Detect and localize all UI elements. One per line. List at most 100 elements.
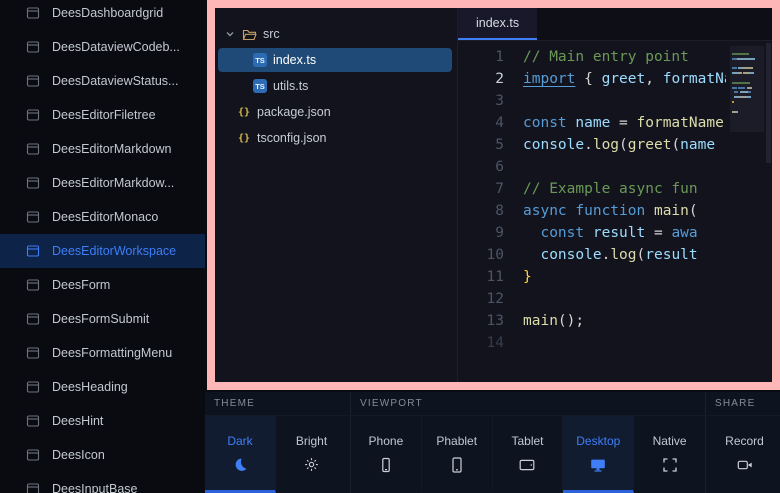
sidebar-item-deeshint[interactable]: DeesHint [0, 404, 205, 438]
theme-bright-button[interactable]: Bright [276, 416, 347, 493]
sidebar-item-deesform[interactable]: DeesForm [0, 268, 205, 302]
viewport-phone-button[interactable]: Phone [351, 416, 422, 493]
component-icon [26, 346, 40, 360]
sidebar-item-deeseditormarkdow[interactable]: DeesEditorMarkdow... [0, 166, 205, 200]
line-number: 6 [458, 156, 504, 178]
viewport-native-button[interactable]: Native [634, 416, 705, 493]
minimap-mark [732, 87, 737, 89]
code-text: const name = formatName [523, 112, 726, 134]
code-line[interactable]: 14 [458, 332, 772, 354]
tree-item-index-ts[interactable]: TSindex.ts [218, 48, 452, 72]
component-icon [26, 210, 40, 224]
sidebar-item-deeseditorworkspace[interactable]: DeesEditorWorkspace [0, 234, 205, 268]
code-line[interactable]: 1// Main entry point [458, 46, 772, 68]
theme-dark-button[interactable]: Dark [205, 416, 276, 493]
sidebar-item-deesformattingmenu[interactable]: DeesFormattingMenu [0, 336, 205, 370]
line-number: 3 [458, 90, 504, 112]
sun-icon [304, 457, 319, 473]
tab-index-ts[interactable]: index.ts [458, 8, 537, 40]
typescript-file-icon: TS [253, 79, 267, 93]
sidebar-item-deesinputbase[interactable]: DeesInputBase [0, 472, 205, 493]
viewport-phablet-button[interactable]: Phablet [422, 416, 493, 493]
code-line[interactable]: 5console.log(greet(name [458, 134, 772, 156]
minimap-mark [732, 53, 749, 55]
section-title-text: THEME [214, 398, 255, 409]
editor-workspace-preview: srcTSindex.tsTSutils.ts{}package.json{}t… [215, 8, 772, 382]
viewport-desktop-button[interactable]: Desktop [563, 416, 634, 493]
code-line[interactable]: 2import { greet, formatName [458, 68, 772, 90]
toolbar-section-headers: THEMEVIEWPORTSHARE [205, 392, 780, 416]
code-line[interactable]: 13main(); [458, 310, 772, 332]
component-icon [26, 74, 40, 88]
json-file-icon: {} [237, 107, 251, 118]
button-label: Record [725, 434, 764, 448]
code-text [523, 332, 726, 354]
code-line[interactable]: 12 [458, 288, 772, 310]
app-root: DeesDashboardgridDeesDataviewCodeb...Dee… [0, 0, 780, 493]
typescript-file-icon: TS [253, 53, 267, 67]
line-number: 8 [458, 200, 504, 222]
sidebar-item-label: DeesFormSubmit [52, 312, 149, 326]
sidebar-item-label: DeesHint [52, 414, 103, 428]
editor-scrollbar[interactable] [765, 41, 772, 382]
line-number: 12 [458, 288, 504, 310]
sidebar-item-deesdataviewstatus[interactable]: DeesDataviewStatus... [0, 64, 205, 98]
code-line[interactable]: 11} [458, 266, 772, 288]
minimap-mark [748, 91, 751, 93]
tree-item-tsconfig-json[interactable]: {} tsconfig.json [218, 126, 452, 150]
sidebar-item-label: DeesInputBase [52, 482, 137, 493]
minimap[interactable] [730, 46, 764, 377]
sidebar-item-label: DeesEditorMarkdown [52, 142, 172, 156]
code-editor[interactable]: 1// Main entry point2import { greet, for… [458, 41, 772, 382]
sidebar-item-deesheading[interactable]: DeesHeading [0, 370, 205, 404]
file-tree: srcTSindex.tsTSutils.ts{}package.json{}t… [215, 8, 458, 382]
sidebar-item-deeseditorfiletree[interactable]: DeesEditorFiletree [0, 98, 205, 132]
minimap-mark [746, 96, 751, 98]
code-text: main(); [523, 310, 726, 332]
json-file-icon: {} [237, 133, 251, 144]
code-line[interactable]: 8async function main( [458, 200, 772, 222]
sidebar-item-label: DeesEditorMonaco [52, 210, 158, 224]
sidebar-item-deesicon[interactable]: DeesIcon [0, 438, 205, 472]
line-number: 4 [458, 112, 504, 134]
file-name: src [263, 27, 280, 41]
share-record-button[interactable]: Record [709, 416, 780, 493]
component-icon [26, 414, 40, 428]
sidebar-item-deeseditormarkdown[interactable]: DeesEditorMarkdown [0, 132, 205, 166]
minimap-mark [744, 67, 753, 69]
sidebar-item-deeseditormonaco[interactable]: DeesEditorMonaco [0, 200, 205, 234]
toolbar-section-title-theme: THEME [205, 392, 350, 415]
minimap-mark [732, 82, 750, 84]
line-number: 1 [458, 46, 504, 68]
code-text: console.log(result [523, 244, 726, 266]
line-number: 7 [458, 178, 504, 200]
tab-label: index.ts [476, 16, 519, 30]
code-line[interactable]: 3 [458, 90, 772, 112]
code-line[interactable]: 7// Example async fun [458, 178, 772, 200]
record-icon [737, 457, 753, 473]
viewport-tablet-button[interactable]: Tablet [493, 416, 564, 493]
section-title-text: VIEWPORT [360, 398, 423, 409]
code-text [523, 90, 726, 112]
chevron-down-icon[interactable] [223, 28, 236, 40]
desktop-icon [590, 457, 606, 473]
tree-item-package-json[interactable]: {}package.json [218, 100, 452, 124]
sidebar-item-deesdashboardgrid[interactable]: DeesDashboardgrid [0, 0, 205, 30]
tree-item-src[interactable]: src [218, 22, 452, 46]
line-number: 14 [458, 332, 504, 354]
code-line[interactable]: 6 [458, 156, 772, 178]
editor-pane: index.ts 1// Main entry point2import { g… [458, 8, 772, 382]
code-line[interactable]: 9 const result = awa [458, 222, 772, 244]
component-icon [26, 244, 40, 258]
code-line[interactable]: 4 const name = formatName [458, 112, 772, 134]
scrollbar-thumb[interactable] [766, 43, 771, 163]
sidebar-item-label: DeesDashboardgrid [52, 6, 163, 20]
component-icon [26, 176, 40, 190]
tree-item-utils-ts[interactable]: TSutils.ts [218, 74, 452, 98]
sidebar-item-deesformsubmit[interactable]: DeesFormSubmit [0, 302, 205, 336]
component-icon [26, 278, 40, 292]
preview-frame: srcTSindex.tsTSutils.ts{}package.json{}t… [207, 0, 780, 390]
sidebar-item-deesdataviewcodeb[interactable]: DeesDataviewCodeb... [0, 30, 205, 64]
code-line[interactable]: 10 console.log(result [458, 244, 772, 266]
file-name: tsconfig.json [257, 131, 326, 145]
